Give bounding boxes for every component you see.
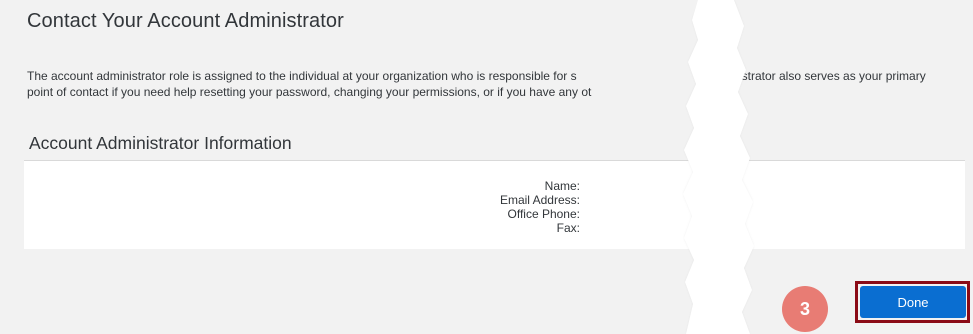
phone-label: Office Phone: <box>507 207 581 221</box>
done-button[interactable]: Done <box>860 286 966 318</box>
admin-field-labels: Name: Email Address: Office Phone: Fax: <box>416 179 580 235</box>
dialog-panel: Contact Your Account Administrator The a… <box>0 0 973 334</box>
torn-edge-divider <box>683 0 754 334</box>
fax-label: Fax: <box>556 221 580 235</box>
section-title: Account Administrator Information <box>29 133 292 153</box>
name-label: Name: <box>544 179 580 193</box>
email-label: Email Address: <box>499 193 580 207</box>
dialog-title: Contact Your Account Administrator <box>27 10 344 32</box>
description-text: The account administrator role is assign… <box>27 68 967 100</box>
admin-info-box: Name: Email Address: Office Phone: Fax: <box>24 161 965 249</box>
description-line-2: point of contact if you need help resett… <box>27 85 592 99</box>
step-number-badge: 3 <box>782 286 828 332</box>
